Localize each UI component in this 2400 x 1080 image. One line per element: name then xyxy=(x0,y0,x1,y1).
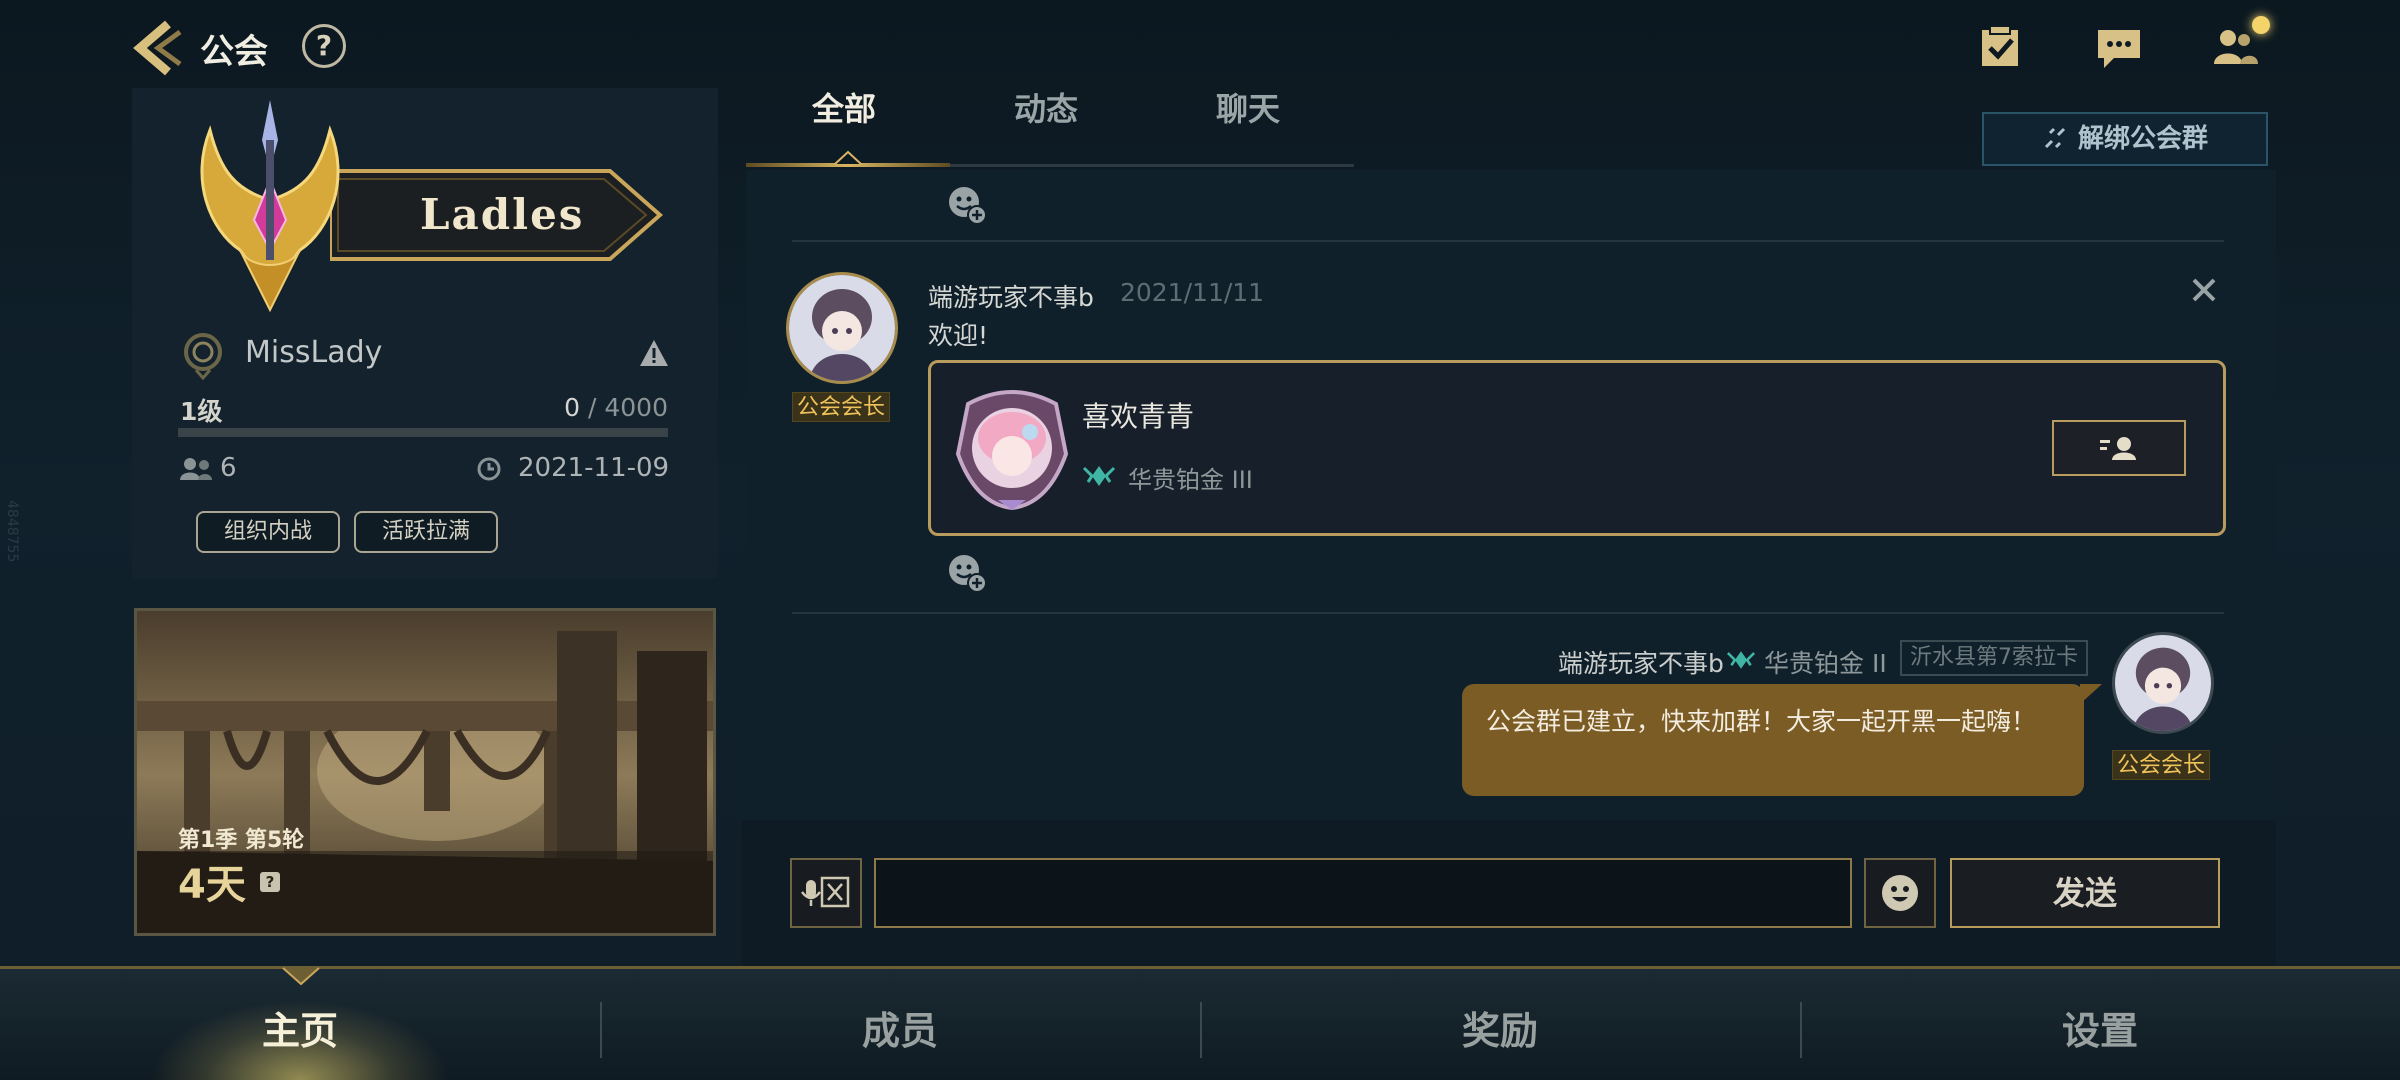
guild-name: Ladles xyxy=(420,190,585,239)
side-id-text: 4848755 xyxy=(4,500,20,563)
nav-separator xyxy=(1200,1002,1202,1058)
help-icon[interactable]: ? xyxy=(302,24,346,68)
post-message: 欢迎! xyxy=(928,321,989,350)
season-days-left: 4天 xyxy=(178,862,246,908)
nav-members[interactable]: 成员 xyxy=(750,1000,1050,1055)
player-name: 喜欢青青 xyxy=(1082,400,1195,433)
player-card-avatar[interactable] xyxy=(948,384,1076,512)
tab-activity[interactable]: 动态 xyxy=(1014,84,1078,130)
close-icon[interactable] xyxy=(2184,270,2224,310)
member-count: 6 xyxy=(220,453,237,483)
emoji-button[interactable] xyxy=(1864,858,1936,928)
guild-tag: 活跃拉满 xyxy=(354,511,498,553)
guild-owner-name: MissLady xyxy=(245,335,383,370)
back-arrow-icon[interactable] xyxy=(128,18,184,78)
season-help-icon[interactable]: ? xyxy=(260,872,280,892)
add-friend-button[interactable] xyxy=(2052,420,2186,476)
nav-home[interactable]: 主页 xyxy=(150,1000,450,1055)
add-reaction-icon[interactable] xyxy=(946,184,988,226)
season-round-label: 第1季 第5轮 xyxy=(178,828,305,853)
player-rank: 华贵铂金 III xyxy=(1128,466,1253,494)
nav-separator xyxy=(600,1002,602,1058)
send-button[interactable]: 发送 xyxy=(1950,858,2220,928)
tab-all[interactable]: 全部 xyxy=(812,84,876,130)
guild-level: 1级 xyxy=(180,397,223,426)
bubble-tail xyxy=(2080,684,2102,704)
guild-exp: 0 / 4000 xyxy=(540,393,668,422)
exp-current: 0 xyxy=(564,393,581,422)
unbind-group-label: 解绑公会群 xyxy=(2077,124,2208,154)
platinum-rank-icon xyxy=(1726,646,1756,674)
add-friend-icon xyxy=(2100,437,2136,460)
chat-author-avatar[interactable] xyxy=(2112,632,2214,734)
exp-max: / 4000 xyxy=(588,393,668,422)
post-author-avatar[interactable] xyxy=(786,272,898,384)
voice-text-icon xyxy=(801,876,850,908)
tab-chat[interactable]: 聊天 xyxy=(1216,84,1280,130)
guild-leader-badge: 公会会长 xyxy=(792,392,891,422)
page-title: 公会 xyxy=(200,32,268,72)
chat-author-rank: 华贵铂金 II xyxy=(1764,649,1887,678)
nav-separator xyxy=(1800,1002,1802,1058)
exp-progress-bar xyxy=(178,428,668,437)
platinum-rank-icon xyxy=(1082,460,1116,492)
nav-rewards[interactable]: 奖励 xyxy=(1350,1000,1650,1055)
unlink-icon xyxy=(2044,127,2066,149)
created-date: 2021-11-09 xyxy=(518,453,670,483)
owner-emblem-icon xyxy=(178,330,228,381)
chat-icon[interactable] xyxy=(2094,22,2144,72)
post-author-name[interactable]: 端游玩家不事b xyxy=(928,278,1094,314)
add-reaction-icon[interactable] xyxy=(946,552,988,594)
report-warning-icon[interactable] xyxy=(638,338,670,368)
guild-tag: 组织内战 xyxy=(196,511,340,553)
chat-author-name[interactable]: 端游玩家不事b xyxy=(1558,644,1724,680)
player-card xyxy=(928,360,2226,536)
members-icon xyxy=(178,456,214,482)
guild-leader-badge: 公会会长 xyxy=(2112,750,2211,780)
notification-dot xyxy=(2252,16,2270,34)
post-timestamp: 2021/11/11 xyxy=(1120,278,1265,307)
nav-caret-icon xyxy=(281,966,321,986)
tasks-icon[interactable] xyxy=(1976,22,2026,72)
unbind-group-button[interactable]: 解绑公会群 xyxy=(1982,112,2268,166)
chat-message-bubble: 公会群已建立，快来加群！大家一起开黑一起嗨！ xyxy=(1462,684,2084,796)
divider xyxy=(792,612,2224,614)
clock-icon xyxy=(476,456,502,482)
emoji-icon xyxy=(1882,875,1918,911)
chat-message-input[interactable] xyxy=(874,858,1852,928)
tab-caret-icon xyxy=(833,150,863,165)
chat-author-title: 沂水县第7索拉卡 xyxy=(1900,640,2088,676)
divider xyxy=(792,240,2224,242)
guild-crest-icon xyxy=(190,100,350,320)
nav-settings[interactable]: 设置 xyxy=(1950,1000,2250,1055)
voice-to-text-button[interactable] xyxy=(790,858,862,928)
